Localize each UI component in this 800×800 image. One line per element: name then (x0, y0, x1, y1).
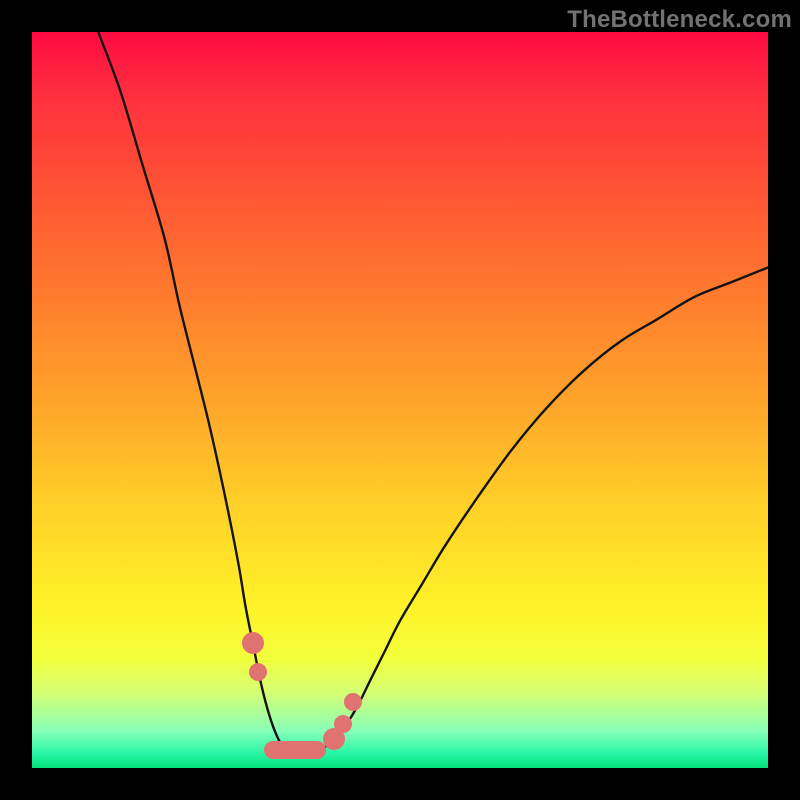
marker-point (334, 715, 352, 733)
marker-point (242, 632, 264, 654)
bottleneck-curve (98, 32, 768, 754)
plot-area (32, 32, 768, 768)
watermark-text: TheBottleneck.com (567, 6, 792, 34)
marker-point (344, 693, 362, 711)
curve-svg (32, 32, 768, 768)
marker-bar (264, 741, 327, 759)
chart-frame: TheBottleneck.com (0, 0, 800, 800)
marker-point (249, 663, 267, 681)
